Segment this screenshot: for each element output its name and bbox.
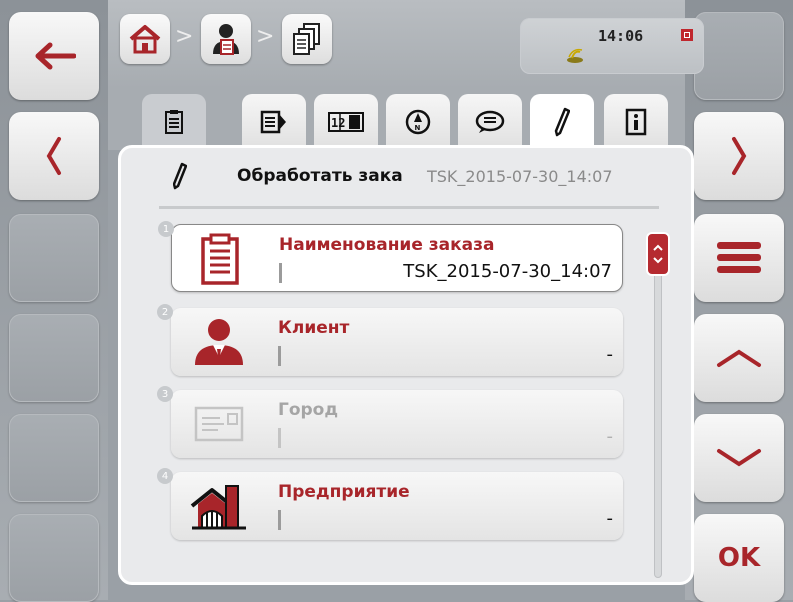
edit-order-panel: Обработать зака TSK_2015-07-30_14:07 1 Н… <box>118 145 694 585</box>
field-label: Клиент <box>278 318 350 338</box>
menu-button[interactable] <box>694 214 784 302</box>
pencil-icon <box>554 107 570 137</box>
empty-softkey-left-6 <box>9 514 99 602</box>
field-label: Город <box>278 400 339 420</box>
svg-text:12: 12 <box>331 116 345 130</box>
scroll-up-button[interactable] <box>694 314 784 402</box>
tab-counters[interactable]: 12 <box>314 94 378 150</box>
tab-bar: 12 N <box>108 88 685 154</box>
tab-navigation[interactable]: N <box>386 94 450 150</box>
scroll-grip-icon <box>653 244 663 264</box>
breadcrumb-documents[interactable] <box>282 14 332 64</box>
panel-title: Обработать зака <box>237 166 403 186</box>
compass-icon: N <box>405 109 431 135</box>
breadcrumb-separator: > <box>175 24 194 49</box>
clipboard-icon <box>190 233 250 285</box>
info-icon <box>625 108 647 136</box>
farm-icon <box>189 480 249 532</box>
panel-title-code: TSK_2015-07-30_14:07 <box>427 167 613 186</box>
field-customer[interactable]: 2 Клиент - <box>157 304 623 376</box>
scrollbar-track[interactable] <box>654 243 662 578</box>
task-active-icon <box>681 29 693 41</box>
home-icon <box>129 25 161 54</box>
scrollbar-thumb[interactable] <box>646 232 670 276</box>
previous-button[interactable] <box>9 112 99 200</box>
value-marker <box>278 510 281 530</box>
field-number: 4 <box>157 468 173 484</box>
ok-button[interactable]: OK <box>694 514 784 602</box>
menu-icon <box>717 242 761 273</box>
field-value: - <box>606 344 614 365</box>
customer-icon <box>189 316 249 368</box>
value-marker <box>279 263 282 283</box>
gps-icon <box>567 48 583 63</box>
field-value: - <box>606 426 614 447</box>
divider <box>159 206 659 209</box>
field-number: 1 <box>158 221 174 237</box>
tab-info[interactable] <box>604 94 668 150</box>
customer-icon <box>213 24 239 55</box>
breadcrumb-customers[interactable] <box>201 14 251 64</box>
field-number: 2 <box>157 304 173 320</box>
counter-icon: 12 <box>328 112 364 132</box>
pencil-icon <box>173 162 187 190</box>
scroll-down-button[interactable] <box>694 414 784 502</box>
field-number: 3 <box>157 386 173 402</box>
ok-label: OK <box>717 543 761 573</box>
comment-icon <box>475 110 505 133</box>
breadcrumb-separator: > <box>256 24 275 49</box>
top-bar: > > 14:06 <box>108 0 704 88</box>
next-button[interactable] <box>694 112 784 200</box>
svg-text:N: N <box>415 124 421 132</box>
chevron-left-icon <box>46 137 61 175</box>
field-label: Предприятие <box>278 482 410 502</box>
right-softkey-column: OK <box>685 0 793 602</box>
field-value: TSK_2015-07-30_14:07 <box>403 261 612 282</box>
field-city: 3 Город - <box>157 386 623 458</box>
back-arrow-icon <box>35 42 76 70</box>
status-box: 14:06 <box>520 18 704 74</box>
clipboard-icon <box>165 110 183 134</box>
left-softkey-column <box>0 0 108 602</box>
chevron-right-icon <box>732 137 747 175</box>
address-card-icon <box>189 398 249 450</box>
tab-order-list[interactable] <box>242 94 306 150</box>
tab-notes[interactable] <box>458 94 522 150</box>
value-marker <box>278 428 281 448</box>
empty-softkey-left-5 <box>9 414 99 502</box>
chevron-down-icon <box>717 449 761 467</box>
clock: 14:06 <box>598 27 644 45</box>
back-button[interactable] <box>9 12 99 100</box>
list-arrow-icon <box>260 110 286 134</box>
field-label: Наименование заказа <box>279 235 495 255</box>
documents-icon <box>293 23 320 55</box>
empty-softkey-left-3 <box>9 214 99 302</box>
field-value: - <box>606 508 614 529</box>
value-marker <box>278 346 281 366</box>
chevron-up-icon <box>717 349 761 367</box>
empty-softkey-right-1 <box>694 12 784 100</box>
field-order-name[interactable]: 1 Наименование заказа TSK_2015-07-30_14:… <box>158 221 623 292</box>
field-farm[interactable]: 4 Предприятие - <box>157 468 623 540</box>
breadcrumb-home[interactable] <box>120 14 170 64</box>
empty-softkey-left-4 <box>9 314 99 402</box>
tab-order-overview[interactable] <box>142 94 206 150</box>
